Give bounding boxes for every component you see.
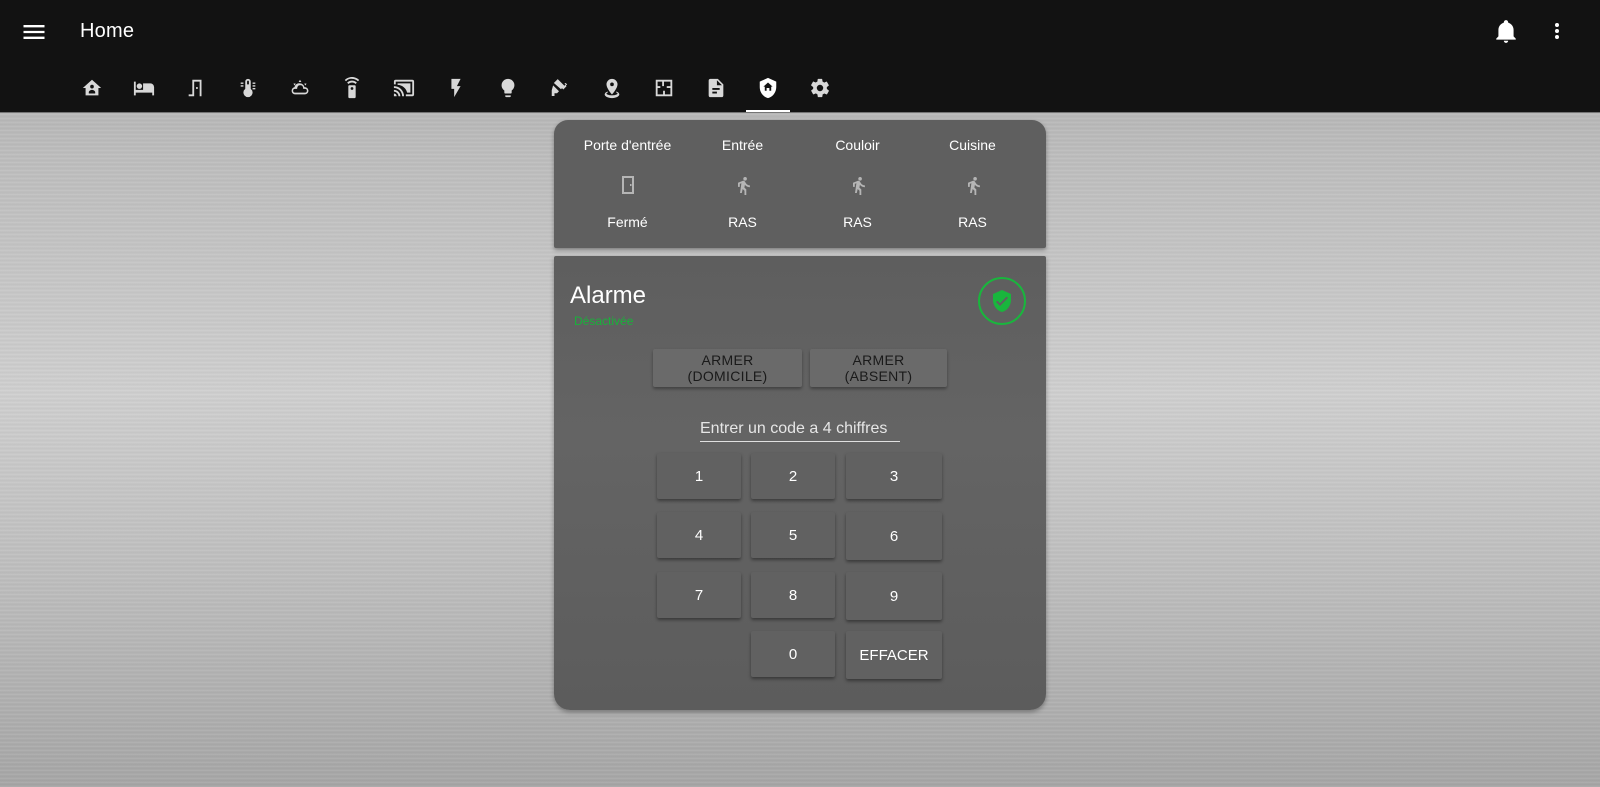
sensor-name: Entrée [721, 137, 764, 153]
more-options-button[interactable] [1545, 18, 1567, 46]
notifications-button[interactable] [1493, 18, 1521, 46]
page-title: Home [80, 20, 135, 42]
door-closed-icon [621, 176, 634, 194]
keypad-key-7[interactable]: 7 [657, 572, 741, 618]
arm-home-button[interactable]: ARMER (DOMICILE) [653, 349, 802, 387]
keypad-key-9[interactable]: 9 [846, 572, 942, 620]
keypad-key-6[interactable]: 6 [846, 512, 942, 560]
tab-media[interactable] [378, 64, 430, 112]
cog-icon [811, 78, 829, 98]
tab-logbook[interactable] [690, 64, 742, 112]
walk-icon [737, 177, 750, 195]
lightbulb-icon [501, 78, 515, 98]
cast-icon [393, 79, 415, 97]
tab-map[interactable] [586, 64, 638, 112]
sofa-icon [133, 81, 155, 96]
sensor-state: RAS [843, 214, 872, 230]
floor-plan-icon [655, 79, 673, 97]
keypad-key-4[interactable]: 4 [657, 512, 741, 558]
tab-climate[interactable] [222, 64, 274, 112]
tab-security[interactable] [742, 64, 794, 112]
top-toolbar: Home [0, 0, 1600, 64]
dots-vertical-icon [1555, 23, 1559, 39]
menu-button[interactable] [20, 18, 50, 46]
weather-icon [291, 79, 309, 95]
keypad-key-5[interactable]: 5 [751, 512, 835, 558]
arm-away-button[interactable]: ARMER (ABSENT) [810, 349, 947, 387]
map-marker-icon [604, 78, 620, 99]
alarm-code-input[interactable] [700, 416, 900, 442]
sensor-cuisine[interactable]: Cuisine RAS [915, 120, 1030, 248]
sensor-state: Fermé [607, 214, 648, 230]
alarm-status: Désactivée [574, 314, 634, 328]
sensor-name: Couloir [835, 137, 880, 153]
keypad-key-2[interactable]: 2 [751, 453, 835, 499]
tab-home-group[interactable] [66, 64, 118, 112]
file-document-icon [708, 78, 724, 98]
tab-living-room[interactable] [118, 64, 170, 112]
tab-energy[interactable] [430, 64, 482, 112]
sensor-state: RAS [958, 214, 987, 230]
sensor-couloir[interactable]: Couloir RAS [800, 120, 915, 248]
door-icon [188, 79, 202, 97]
view-tabs [66, 64, 846, 112]
walk-icon [967, 177, 980, 195]
tab-settings[interactable] [794, 64, 846, 112]
tab-cameras[interactable] [534, 64, 586, 112]
thermometer-icon [240, 78, 256, 98]
cctv-icon [551, 79, 568, 96]
sensor-entree[interactable]: Entrée RAS [685, 120, 800, 248]
menu-icon [23, 25, 45, 39]
alarm-panel-card: Alarme Désactivée ARMER (DOMICILE) ARMER… [554, 256, 1046, 710]
bell-icon [1496, 20, 1516, 43]
keypad-key-3[interactable]: 3 [846, 453, 942, 499]
flash-icon [451, 78, 461, 98]
home-group-icon [82, 79, 102, 96]
sensor-name: Porte d'entrée [583, 137, 672, 153]
keypad-key-1[interactable]: 1 [657, 453, 741, 499]
sensor-front-door[interactable]: Porte d'entrée Fermé [570, 120, 685, 248]
shield-home-icon [759, 77, 777, 99]
app-header: Home [0, 0, 1600, 112]
tab-lights[interactable] [482, 64, 534, 112]
keypad-key-0[interactable]: 0 [751, 631, 835, 677]
tab-floorplan[interactable] [638, 64, 690, 112]
walk-icon [852, 177, 865, 195]
alarm-title: Alarme [570, 282, 647, 309]
tab-weather[interactable] [274, 64, 326, 112]
tab-doors[interactable] [170, 64, 222, 112]
keypad-clear-button[interactable]: EFFACER [846, 631, 942, 679]
header-divider [0, 112, 1600, 113]
shield-check-icon [993, 290, 1011, 312]
sensor-state: RAS [728, 214, 757, 230]
keypad-key-8[interactable]: 8 [751, 572, 835, 618]
sensors-card: Porte d'entrée Fermé Entrée RAS Couloir … [554, 120, 1046, 248]
sensor-name: Cuisine [949, 137, 996, 153]
tab-remotes[interactable] [326, 64, 378, 112]
alarm-state-badge[interactable] [978, 277, 1026, 325]
remote-icon [344, 77, 360, 99]
